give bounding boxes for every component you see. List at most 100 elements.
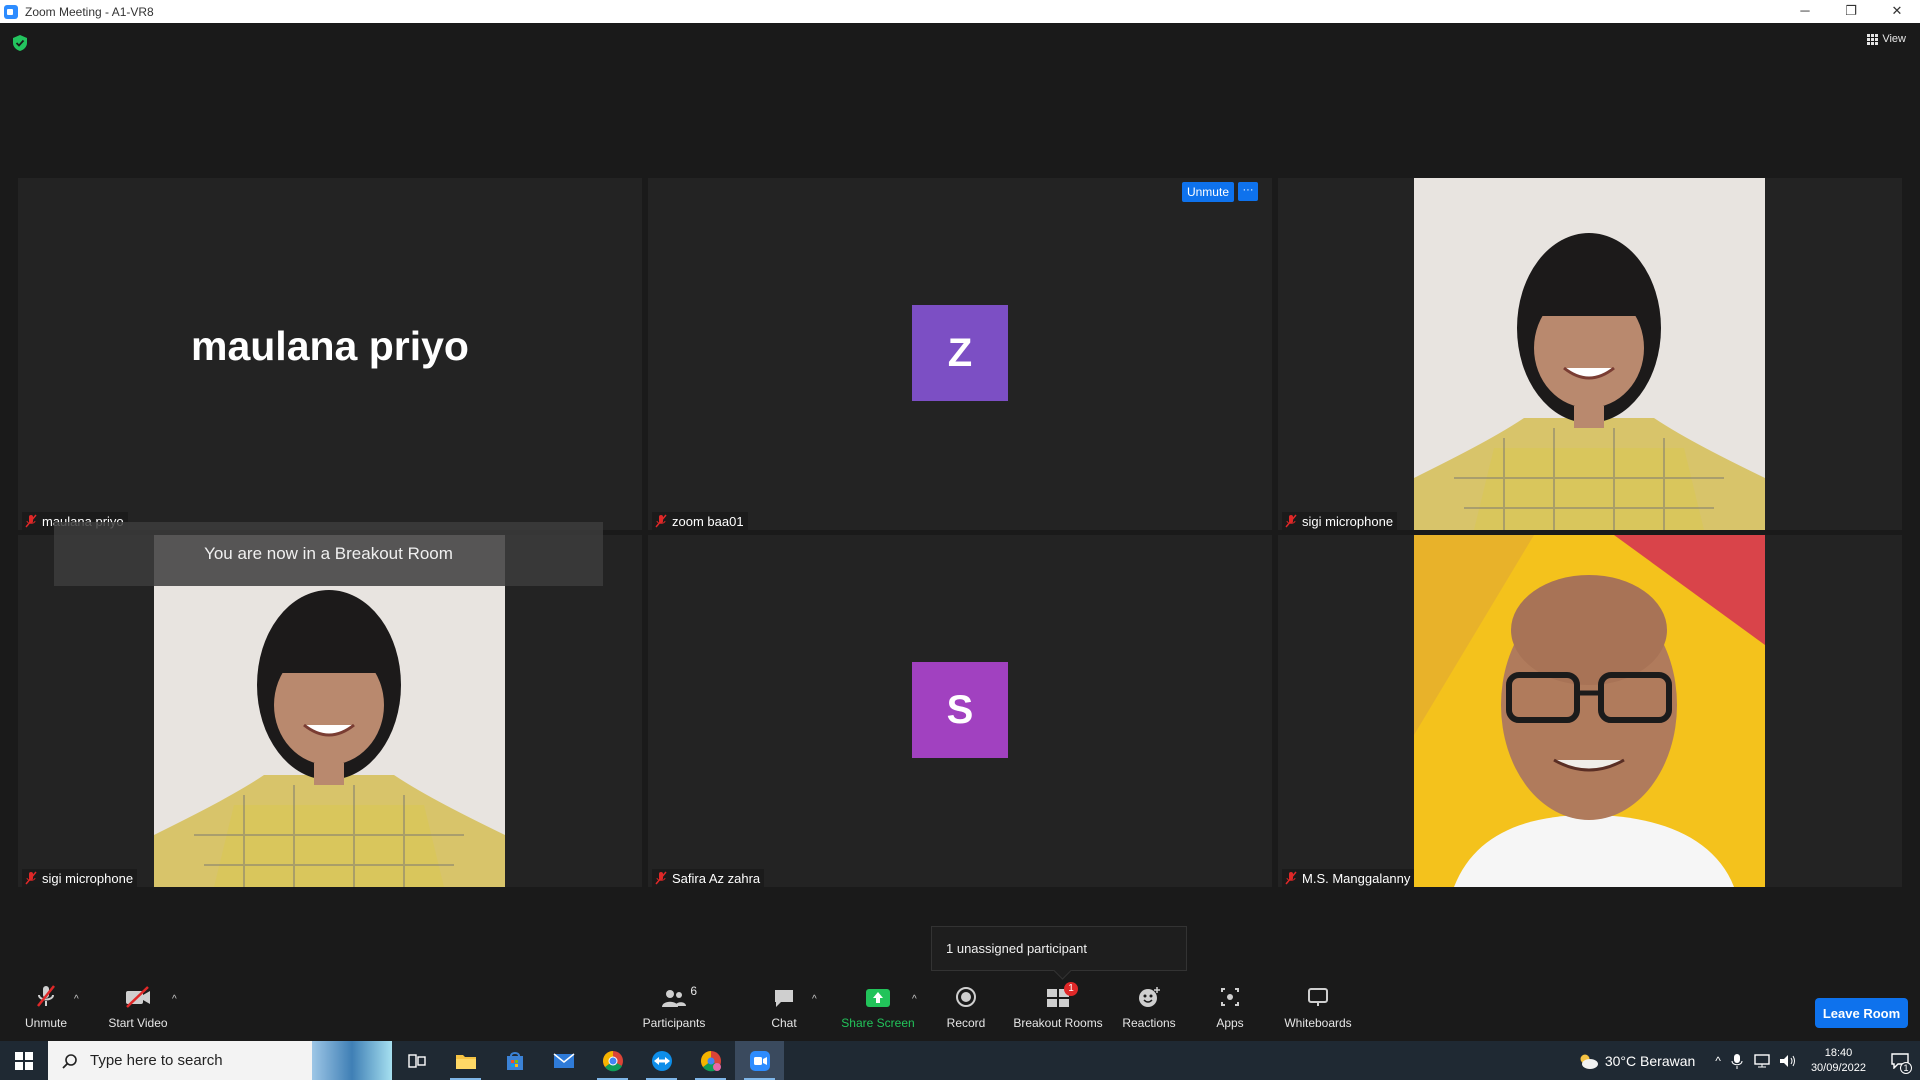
- clock-time: 18:40: [1824, 1046, 1853, 1059]
- meeting-area: View maulana priyo maulana priyo Unmute …: [0, 23, 1920, 980]
- share-options-chevron-icon[interactable]: ^: [912, 994, 917, 1005]
- participant-name: sigi microphone: [1302, 513, 1394, 529]
- share-screen-button[interactable]: Share Screen: [838, 980, 918, 1041]
- mail-app-button[interactable]: [539, 1041, 588, 1080]
- participant-name-tag: sigi microphone: [22, 869, 138, 887]
- participant-name-tag: M.S. Manggalanny: [1282, 869, 1415, 887]
- muted-mic-icon: [1285, 871, 1297, 885]
- leave-room-button[interactable]: Leave Room: [1815, 998, 1908, 1028]
- muted-mic-icon: [655, 514, 667, 528]
- tile-more-options-button[interactable]: ···: [1238, 182, 1258, 201]
- mail-envelope-icon: [553, 1052, 574, 1068]
- video-tile-zoom-baa01[interactable]: Unmute ··· Z zoom baa01: [648, 178, 1272, 530]
- participant-video-feed: [1414, 178, 1765, 530]
- video-tile-safira-az-zahra[interactable]: S Safira Az zahra: [648, 535, 1272, 887]
- participant-name: M.S. Manggalanny: [1302, 870, 1411, 886]
- window-title: Zoom Meeting - A1-VR8: [25, 4, 154, 19]
- video-tile-sigi-microphone[interactable]: sigi microphone: [1278, 178, 1902, 530]
- view-label: View: [1882, 33, 1906, 45]
- whiteboards-label: Whiteboards: [1284, 1016, 1352, 1030]
- microsoft-store-button[interactable]: [490, 1041, 539, 1080]
- breakout-rooms-label: Breakout Rooms: [1013, 1016, 1103, 1030]
- close-button[interactable]: ✕: [1874, 0, 1920, 23]
- reactions-smiley-icon: [1139, 987, 1160, 1007]
- chat-icon: [775, 990, 793, 1007]
- microphone-tray-icon[interactable]: [1731, 1053, 1743, 1069]
- participant-avatar: Z: [912, 305, 1008, 401]
- audio-options-chevron-icon[interactable]: ^: [74, 994, 79, 1005]
- participant-display-name: maulana priyo: [191, 323, 469, 369]
- restore-button[interactable]: ❐: [1828, 0, 1874, 23]
- window-titlebar: Zoom Meeting - A1-VR8 ─ ❐ ✕: [0, 0, 1920, 23]
- apps-label: Apps: [1216, 1016, 1244, 1030]
- unmute-button[interactable]: Unmute: [20, 980, 72, 1041]
- share-screen-icon: [866, 989, 890, 1007]
- muted-mic-icon: [655, 871, 667, 885]
- clock[interactable]: 18:40 30/09/2022: [1811, 1046, 1866, 1076]
- zoom-app-icon: [749, 1050, 770, 1071]
- weather-text[interactable]: 30°C Berawan: [1605, 1053, 1695, 1069]
- start-button[interactable]: [0, 1041, 48, 1080]
- volume-icon[interactable]: [1779, 1053, 1797, 1069]
- security-shield-icon[interactable]: [13, 35, 27, 51]
- participant-name: zoom baa01: [672, 513, 744, 529]
- system-tray: 30°C Berawan ^ 18:40 30/09/2022 1: [1577, 1041, 1920, 1080]
- task-view-icon: [407, 1053, 426, 1068]
- weather-partly-cloudy-icon: [1580, 1054, 1598, 1069]
- windows-taskbar: Type here to search 30°C Berawan ^ 18:40…: [0, 1041, 1920, 1080]
- participant-count: 6: [690, 984, 697, 998]
- share-screen-label: Share Screen: [841, 1016, 915, 1030]
- reactions-label: Reactions: [1122, 1016, 1176, 1030]
- task-view-button[interactable]: [392, 1041, 441, 1080]
- taskbar-search-box[interactable]: Type here to search: [48, 1041, 392, 1080]
- participant-name: Safira Az zahra: [672, 870, 761, 886]
- unmute-label: Unmute: [24, 1016, 68, 1030]
- search-highlight-image: [312, 1041, 392, 1080]
- participant-name-tag: sigi microphone: [1282, 512, 1398, 530]
- file-explorer-button[interactable]: [441, 1041, 490, 1080]
- show-hidden-icons-chevron-icon[interactable]: ^: [1715, 1054, 1721, 1068]
- chrome-profile-button[interactable]: [686, 1041, 735, 1080]
- participant-name: sigi microphone: [42, 870, 134, 886]
- reactions-button[interactable]: Reactions: [1118, 980, 1180, 1041]
- video-tile-ms-manggalanny[interactable]: M.S. Manggalanny: [1278, 535, 1902, 887]
- grid-view-icon: [1867, 34, 1879, 45]
- whiteboard-icon: [1308, 988, 1328, 1006]
- chat-options-chevron-icon[interactable]: ^: [812, 994, 817, 1005]
- folder-icon: [455, 1054, 476, 1069]
- participant-name-tag: zoom baa01: [652, 512, 748, 530]
- chat-button[interactable]: Chat: [764, 980, 804, 1041]
- start-video-button[interactable]: Start Video: [106, 980, 170, 1041]
- chrome-button[interactable]: [588, 1041, 637, 1080]
- whiteboards-button[interactable]: Whiteboards: [1282, 980, 1354, 1041]
- participants-label: Participants: [642, 1016, 706, 1030]
- tile-unmute-button[interactable]: Unmute: [1181, 182, 1234, 202]
- record-button[interactable]: Record: [942, 980, 990, 1041]
- video-options-chevron-icon[interactable]: ^: [172, 994, 177, 1005]
- apps-icon: [1221, 988, 1239, 1006]
- breakout-room-banner: You are now in a Breakout Room: [54, 522, 603, 586]
- muted-mic-icon: [25, 514, 37, 528]
- participants-button[interactable]: 6 Participants: [640, 980, 708, 1041]
- search-placeholder: Type here to search: [90, 1052, 223, 1069]
- video-tile-maulana-priyo[interactable]: maulana priyo maulana priyo: [18, 178, 642, 530]
- chat-label: Chat: [771, 1016, 797, 1030]
- minimize-button[interactable]: ─: [1782, 0, 1828, 23]
- teamviewer-button[interactable]: [637, 1041, 686, 1080]
- participants-icon: [662, 990, 686, 1007]
- tooltip-text: 1 unassigned participant: [946, 941, 1087, 956]
- breakout-rooms-button[interactable]: 1 Breakout Rooms: [1012, 980, 1104, 1041]
- participant-name-tag: Safira Az zahra: [652, 869, 765, 887]
- chrome-logo-icon: [602, 1050, 623, 1071]
- meeting-toolbar: Unmute ^ Start Video ^ 6 Participants Ch…: [0, 980, 1920, 1041]
- video-tile-sigi-microphone[interactable]: sigi microphone: [18, 535, 642, 887]
- start-video-label: Start Video: [108, 1016, 168, 1030]
- zoom-taskbar-button[interactable]: [735, 1041, 784, 1080]
- network-icon[interactable]: [1753, 1053, 1771, 1069]
- view-button[interactable]: View: [1867, 33, 1906, 45]
- search-icon: [62, 1053, 77, 1069]
- teamviewer-icon: [651, 1050, 672, 1071]
- notification-center-button[interactable]: 1: [1880, 1041, 1920, 1080]
- unassigned-participant-tooltip: 1 unassigned participant: [931, 926, 1187, 971]
- apps-button[interactable]: Apps: [1210, 980, 1250, 1041]
